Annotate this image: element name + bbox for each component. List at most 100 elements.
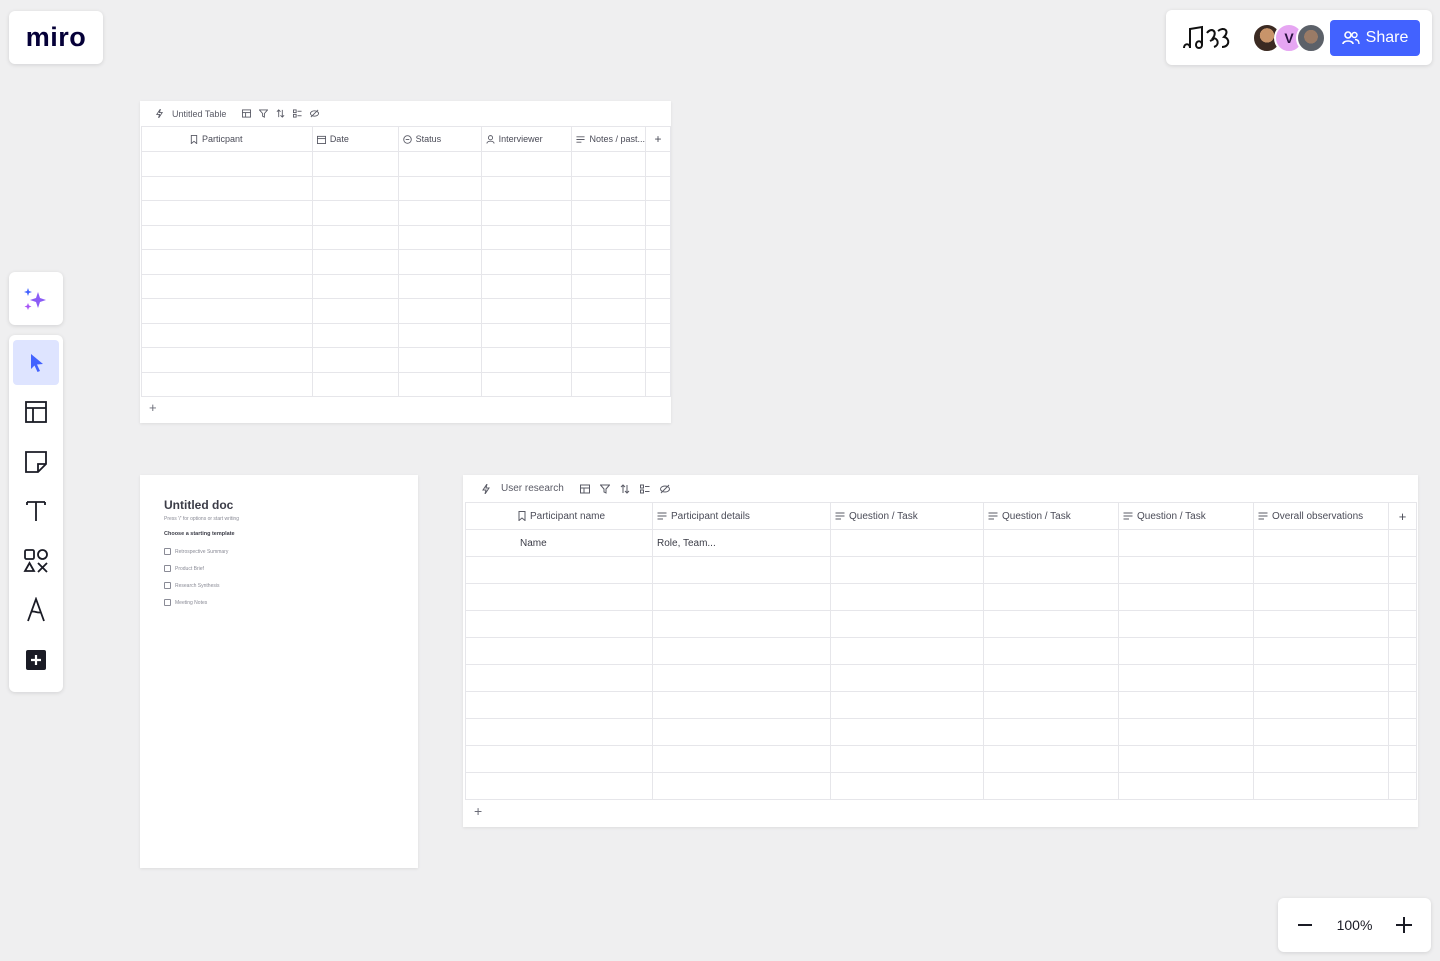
tool-text[interactable] [13,489,59,534]
table-cell[interactable] [397,371,482,397]
table-cell[interactable] [830,583,984,611]
table-cell[interactable] [480,224,573,250]
tool-more[interactable] [13,638,59,683]
tool-templates[interactable] [13,390,59,435]
table-cell[interactable] [652,610,831,638]
table-cell[interactable] [830,772,984,800]
table-cell[interactable] [1118,772,1254,800]
table-cell[interactable] [480,322,573,348]
doc-template-item[interactable]: Meeting Notes [164,594,394,611]
table-cell[interactable] [983,691,1119,719]
table-cell[interactable] [983,529,1119,557]
table-cell[interactable] [1388,583,1417,611]
table-cell[interactable] [645,249,671,275]
doc-title[interactable]: Untitled doc [164,498,394,512]
table-cell[interactable] [645,273,671,299]
table-cell[interactable] [141,371,313,397]
table-cell[interactable] [645,151,671,177]
table-cell[interactable] [571,200,647,226]
table-cell[interactable] [1118,745,1254,773]
table-cell[interactable] [1253,583,1389,611]
table-cell[interactable] [830,664,984,692]
table-cell[interactable] [465,772,653,800]
table-cell[interactable] [397,200,482,226]
table-cell[interactable] [1388,745,1417,773]
table-cell[interactable] [1388,529,1417,557]
table-cell[interactable] [480,175,573,201]
table-cell[interactable] [571,175,647,201]
table-cell[interactable] [1118,529,1254,557]
table-cell[interactable] [397,298,482,324]
table-cell[interactable] [1118,718,1254,746]
table-cell[interactable] [983,583,1119,611]
column-header[interactable]: Interviewer [480,126,573,152]
table-cell[interactable] [645,322,671,348]
table-cell[interactable] [465,583,653,611]
table-cell[interactable] [311,175,399,201]
table-cell[interactable] [652,637,831,665]
table-cell[interactable] [652,745,831,773]
table-cell[interactable] [1253,556,1389,584]
group-icon[interactable] [639,484,650,494]
table-cell[interactable] [1118,610,1254,638]
table-cell[interactable] [1388,772,1417,800]
table-cell[interactable] [311,322,399,348]
table-cell[interactable] [311,224,399,250]
table-cell[interactable] [141,322,313,348]
tool-pen[interactable] [13,588,59,633]
column-header[interactable]: Question / Task [830,502,984,530]
table-cell[interactable]: Role, Team... [652,529,831,557]
table-cell[interactable] [1388,664,1417,692]
table-cell[interactable] [480,347,573,373]
table-cell[interactable] [480,371,573,397]
table-cell[interactable] [1253,718,1389,746]
table-cell[interactable] [1388,691,1417,719]
column-header[interactable]: Participant details [652,502,831,530]
table-cell[interactable] [1118,664,1254,692]
table-cell[interactable] [830,610,984,638]
table-cell[interactable] [397,322,482,348]
table-cell[interactable] [141,175,313,201]
table-cell[interactable] [652,772,831,800]
sort-icon[interactable] [276,109,285,118]
table-cell[interactable] [311,249,399,275]
column-header[interactable]: Question / Task [1118,502,1254,530]
table-cell[interactable] [1253,664,1389,692]
column-header[interactable]: Question / Task [983,502,1119,530]
table-cell[interactable] [141,151,313,177]
zoom-out-button[interactable] [1294,914,1316,936]
table-cell[interactable] [465,610,653,638]
table-cell[interactable] [571,151,647,177]
table-cell[interactable] [645,224,671,250]
table-cell[interactable] [830,529,984,557]
group-icon[interactable] [293,109,302,118]
table-cell[interactable] [571,273,647,299]
table-cell[interactable] [645,175,671,201]
table-cell[interactable] [652,556,831,584]
column-header[interactable]: Particpant [141,126,313,152]
untitled-doc[interactable]: Untitled doc Press '/' for options or st… [140,475,418,868]
table-cell[interactable] [1388,610,1417,638]
zoom-level[interactable]: 100% [1337,917,1373,933]
avatar[interactable] [1296,22,1326,53]
untitled-table[interactable]: Untitled Table Particpant Date Status In… [140,101,671,423]
table-cell[interactable] [141,347,313,373]
table-cell[interactable] [1253,637,1389,665]
table-cell[interactable] [571,322,647,348]
table-cell[interactable] [830,556,984,584]
table-cell[interactable] [1388,637,1417,665]
table-cell[interactable] [311,298,399,324]
sort-icon[interactable] [620,483,630,494]
table-cell[interactable] [397,224,482,250]
table-cell[interactable] [141,273,313,299]
table-cell[interactable] [480,151,573,177]
table-cell[interactable] [465,556,653,584]
table-cell[interactable] [1118,583,1254,611]
table-cell[interactable] [397,347,482,373]
table-cell[interactable] [311,347,399,373]
table-cell[interactable] [141,298,313,324]
table-cell[interactable] [571,249,647,275]
ai-assistant-button[interactable] [9,272,63,325]
table-cell[interactable] [983,745,1119,773]
board-doodle-icon[interactable] [1180,23,1232,53]
